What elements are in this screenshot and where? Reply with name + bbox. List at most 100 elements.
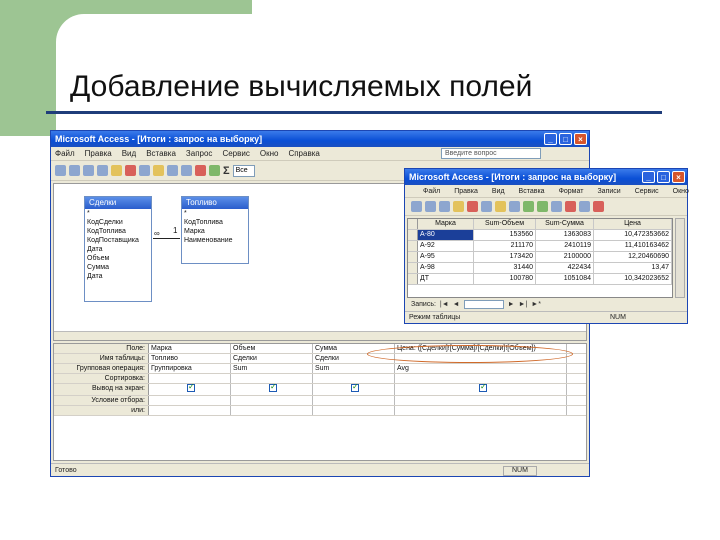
preview-icon[interactable] (97, 165, 108, 176)
row-selector[interactable] (408, 274, 418, 284)
paste-icon[interactable] (495, 201, 506, 212)
table-fuel[interactable]: Топливо * КодТоплива Марка Наименование (181, 196, 249, 264)
design-pane-scrollbar[interactable] (54, 331, 586, 340)
table-cell[interactable]: 31440 (474, 263, 536, 273)
table-field[interactable]: Сумма (85, 263, 151, 272)
undo-icon[interactable] (167, 165, 178, 176)
menu-tools[interactable]: Сервис (222, 149, 249, 158)
view-icon[interactable] (55, 165, 66, 176)
table-cell[interactable]: 153560 (474, 230, 536, 240)
table-cell[interactable]: 422434 (536, 263, 594, 273)
column-header[interactable]: Sum-Сумма (536, 219, 594, 229)
grid-cell[interactable] (231, 374, 313, 383)
table-field[interactable]: * (85, 209, 151, 218)
table-cell[interactable]: А-80 (418, 230, 474, 240)
table-field[interactable]: КодТоплива (182, 218, 248, 227)
save-icon[interactable] (69, 165, 80, 176)
show-checkbox[interactable] (187, 384, 195, 392)
grid-cell[interactable] (149, 374, 231, 383)
table-cell[interactable]: 1051084 (536, 274, 594, 284)
grid-cell[interactable]: Sum (313, 364, 395, 373)
table-row[interactable]: А-98 31440 422434 13,47 (408, 263, 672, 274)
table-row[interactable]: А-80 153560 1363083 10,472353662 (408, 230, 672, 241)
table-field[interactable]: КодТоплива (85, 227, 151, 236)
table-field[interactable]: Объем (85, 254, 151, 263)
prev-record-icon[interactable]: ◄ (453, 301, 460, 308)
menu-format[interactable]: Формат (559, 188, 584, 195)
table-field[interactable]: Дата (85, 245, 151, 254)
paste-icon[interactable] (153, 165, 164, 176)
help-question-input[interactable]: Введите вопрос (441, 148, 541, 159)
new-record-icon[interactable] (579, 201, 590, 212)
table-cell[interactable]: 10,342023652 (594, 274, 672, 284)
table-cell[interactable]: 100780 (474, 274, 536, 284)
table-row[interactable]: ДТ 100780 1051084 10,342023652 (408, 274, 672, 285)
grid-cell[interactable]: Sum (231, 364, 313, 373)
minimize-button[interactable]: _ (544, 133, 557, 145)
table-field[interactable]: КодСделки (85, 218, 151, 227)
copy-icon[interactable] (139, 165, 150, 176)
table-cell[interactable]: 12,20460690 (594, 252, 672, 262)
column-header[interactable]: Марка (418, 219, 474, 229)
menu-query[interactable]: Запрос (186, 149, 213, 158)
grid-cell[interactable]: Avg (395, 364, 567, 373)
show-checkbox[interactable] (351, 384, 359, 392)
grid-cell[interactable]: Топливо (149, 354, 231, 363)
menu-records[interactable]: Записи (597, 188, 620, 195)
show-checkbox[interactable] (269, 384, 277, 392)
show-checkbox[interactable] (479, 384, 487, 392)
record-number-input[interactable] (463, 300, 504, 309)
table-field[interactable]: КодПоставщика (85, 236, 151, 245)
menu-insert[interactable]: Вставка (519, 188, 545, 195)
table-cell[interactable]: А-98 (418, 263, 474, 273)
table-row[interactable]: А-92 211170 2410119 11,410163462 (408, 241, 672, 252)
query-type-icon[interactable] (181, 165, 192, 176)
table-field[interactable]: Наименование (182, 236, 248, 245)
table-cell[interactable]: 1363083 (536, 230, 594, 240)
grid-cell[interactable] (395, 396, 567, 405)
table-cell[interactable]: 13,47 (594, 263, 672, 273)
menu-help[interactable]: Справка (288, 149, 319, 158)
menu-window[interactable]: Окно (673, 188, 689, 195)
row-selector[interactable] (408, 252, 418, 262)
grid-cell[interactable] (395, 374, 567, 383)
grid-cell[interactable] (231, 406, 313, 415)
top-values-input[interactable]: Все (232, 164, 255, 177)
row-selector[interactable] (408, 230, 418, 240)
menu-insert[interactable]: Вставка (146, 149, 176, 158)
row-selector[interactable] (408, 241, 418, 251)
result-titlebar[interactable]: Microsoft Access - [Итоги : запрос на вы… (405, 169, 687, 185)
table-cell[interactable]: А-95 (418, 252, 474, 262)
menu-view[interactable]: Вид (122, 149, 136, 158)
cut-icon[interactable] (467, 201, 478, 212)
table-field[interactable]: Марка (182, 227, 248, 236)
menu-view[interactable]: Вид (492, 188, 505, 195)
table-cell[interactable]: 2100000 (536, 252, 594, 262)
datasheet-scrollbar[interactable] (675, 218, 685, 298)
first-record-icon[interactable]: |◄ (440, 301, 449, 308)
grid-cell[interactable] (395, 406, 567, 415)
last-record-icon[interactable]: ►| (519, 301, 528, 308)
copy-icon[interactable] (481, 201, 492, 212)
table-deals[interactable]: Сделки * КодСделки КодТоплива КодПоставщ… (84, 196, 152, 302)
table-cell[interactable]: 211170 (474, 241, 536, 251)
close-button[interactable]: × (574, 133, 587, 145)
save-icon[interactable] (425, 201, 436, 212)
grid-cell[interactable] (313, 406, 395, 415)
print-icon[interactable] (83, 165, 94, 176)
next-record-icon[interactable]: ► (508, 301, 515, 308)
table-field[interactable]: * (182, 209, 248, 218)
close-button[interactable]: × (672, 171, 685, 183)
sort-desc-icon[interactable] (537, 201, 548, 212)
maximize-button[interactable]: □ (559, 133, 572, 145)
grid-cell[interactable] (313, 374, 395, 383)
main-titlebar[interactable]: Microsoft Access - [Итоги : запрос на вы… (51, 131, 589, 147)
grid-cell[interactable]: Марка (149, 344, 231, 353)
table-cell[interactable]: 11,410163462 (594, 241, 672, 251)
undo-icon[interactable] (509, 201, 520, 212)
filter-icon[interactable] (551, 201, 562, 212)
grid-cell[interactable] (231, 396, 313, 405)
menu-file[interactable]: Файл (423, 188, 440, 195)
minimize-button[interactable]: _ (642, 171, 655, 183)
table-cell[interactable]: 173420 (474, 252, 536, 262)
